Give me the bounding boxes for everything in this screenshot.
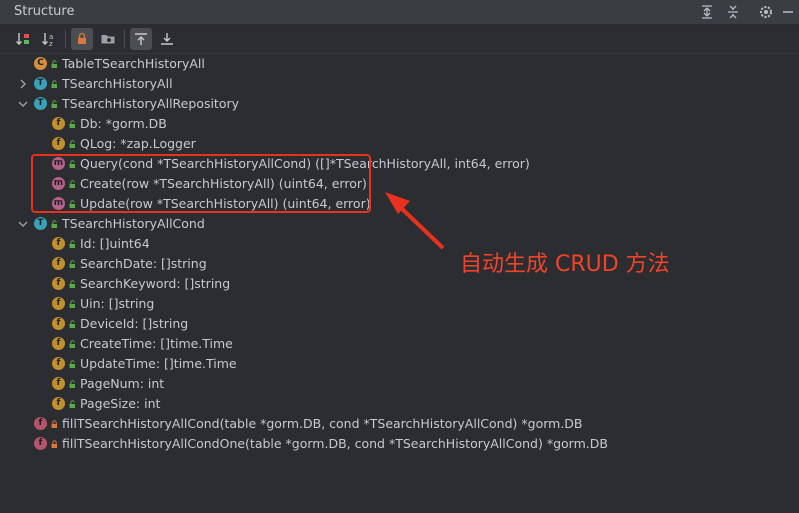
collapse-all-icon[interactable] — [724, 3, 742, 21]
structure-panel-header: Structure — [0, 0, 799, 25]
public-unlock-icon — [69, 340, 75, 348]
gear-icon[interactable] — [757, 3, 775, 21]
tree-row[interactable]: f DeviceId: []string — [0, 314, 799, 334]
public-unlock-icon — [69, 240, 75, 248]
tree-row-label: Uin: []string — [80, 296, 155, 311]
expand-all-icon[interactable] — [698, 3, 716, 21]
tree-row-label: PageSize: int — [80, 396, 161, 411]
chevron-right-icon[interactable] — [17, 74, 29, 94]
field-icon: f — [52, 317, 65, 330]
field-icon: f — [52, 297, 65, 310]
field-icon: f — [52, 117, 65, 130]
private-lock-icon — [51, 420, 57, 428]
public-unlock-icon — [69, 280, 75, 288]
tree-row[interactable]: C TableTSearchHistoryAll — [0, 54, 799, 74]
autoscroll-to-source-button[interactable] — [130, 28, 152, 50]
tree-row[interactable]: f fillTSearchHistoryAllCond(table *gorm.D… — [0, 414, 799, 434]
tree-row-label: CreateTime: []time.Time — [80, 336, 233, 351]
annotation-note: 自动生成 CRUD 方法 — [460, 252, 670, 277]
field-icon: f — [52, 397, 65, 410]
public-unlock-icon — [51, 80, 57, 88]
structure-tree: C TableTSearchHistoryAll T TSearchHistoryAl… — [0, 54, 799, 513]
minimize-icon[interactable] — [779, 3, 797, 21]
tree-row[interactable]: T TSearchHistoryAll — [0, 74, 799, 94]
tree-row[interactable]: f SearchDate: []string — [0, 254, 799, 274]
tree-row-label: DeviceId: []string — [80, 316, 189, 331]
tree-row[interactable]: T TSearchHistoryAllCond — [0, 214, 799, 234]
tree-row-label: SearchDate: []string — [80, 256, 207, 271]
tree-row-label: fillTSearchHistoryAllCond(table *gorm.DB… — [62, 416, 583, 431]
show-fields-button[interactable] — [97, 28, 119, 50]
tree-row[interactable]: f QLog: *zap.Logger — [0, 134, 799, 154]
public-unlock-icon — [69, 320, 75, 328]
tree-row-label: Db: *gorm.DB — [80, 116, 167, 131]
tree-row-label: TSearchHistoryAllRepository — [62, 96, 240, 111]
public-unlock-icon — [69, 140, 75, 148]
structure-toolbar: az — [0, 25, 799, 54]
public-unlock-icon — [69, 380, 75, 388]
tree-row-label: TableTSearchHistoryAll — [62, 56, 205, 71]
chevron-down-icon[interactable] — [17, 214, 29, 234]
sort-by-visibility-button[interactable] — [12, 28, 34, 50]
tree-row[interactable]: f PageNum: int — [0, 374, 799, 394]
tree-row-label: UpdateTime: []time.Time — [80, 356, 237, 371]
public-unlock-icon — [69, 360, 75, 368]
tree-row[interactable]: f Uin: []string — [0, 294, 799, 314]
type-icon: T — [34, 97, 47, 110]
tree-row-label: SearchKeyword: []string — [80, 276, 231, 291]
public-unlock-icon — [69, 120, 75, 128]
field-icon: f — [52, 337, 65, 350]
tree-row-label: PageNum: int — [80, 376, 165, 391]
chevron-down-icon[interactable] — [17, 94, 29, 114]
tree-row[interactable]: f CreateTime: []time.Time — [0, 334, 799, 354]
public-unlock-icon — [51, 100, 57, 108]
constant-icon: C — [34, 57, 47, 70]
tree-row[interactable]: f UpdateTime: []time.Time — [0, 354, 799, 374]
function-icon: f — [34, 417, 47, 430]
public-unlock-icon — [51, 220, 57, 228]
tree-row[interactable]: T TSearchHistoryAllRepository — [0, 94, 799, 114]
panel-title: Structure — [14, 4, 75, 19]
show-non-public-button[interactable] — [71, 28, 93, 50]
field-icon: f — [52, 137, 65, 150]
type-icon: T — [34, 77, 47, 90]
type-icon: T — [34, 217, 47, 230]
tree-row-label: TSearchHistoryAllCond — [62, 216, 205, 231]
tree-row[interactable]: f fillTSearchHistoryAllCondOne(table *gor… — [0, 434, 799, 454]
field-icon: f — [52, 237, 65, 250]
tree-row-label: fillTSearchHistoryAllCondOne(table *gorm… — [62, 436, 608, 451]
field-icon: f — [52, 377, 65, 390]
field-icon: f — [52, 277, 65, 290]
tree-row[interactable]: f Id: []uint64 — [0, 234, 799, 254]
sort-alphabetically-button[interactable]: az — [38, 28, 60, 50]
tree-row-label: TSearchHistoryAll — [62, 76, 173, 91]
field-icon: f — [52, 357, 65, 370]
tree-row[interactable]: f PageSize: int — [0, 394, 799, 414]
crud-highlight-box — [31, 154, 371, 213]
tree-row-label: Id: []uint64 — [80, 236, 150, 251]
tree-row[interactable]: f SearchKeyword: []string — [0, 274, 799, 294]
tree-row-label: QLog: *zap.Logger — [80, 136, 196, 151]
public-unlock-icon — [69, 400, 75, 408]
public-unlock-icon — [51, 60, 57, 68]
private-lock-icon — [51, 440, 57, 448]
public-unlock-icon — [69, 260, 75, 268]
tree-row[interactable]: f Db: *gorm.DB — [0, 114, 799, 134]
svg-text:z: z — [49, 40, 53, 47]
autoscroll-from-source-button[interactable] — [156, 28, 178, 50]
field-icon: f — [52, 257, 65, 270]
public-unlock-icon — [69, 300, 75, 308]
function-icon: f — [34, 437, 47, 450]
